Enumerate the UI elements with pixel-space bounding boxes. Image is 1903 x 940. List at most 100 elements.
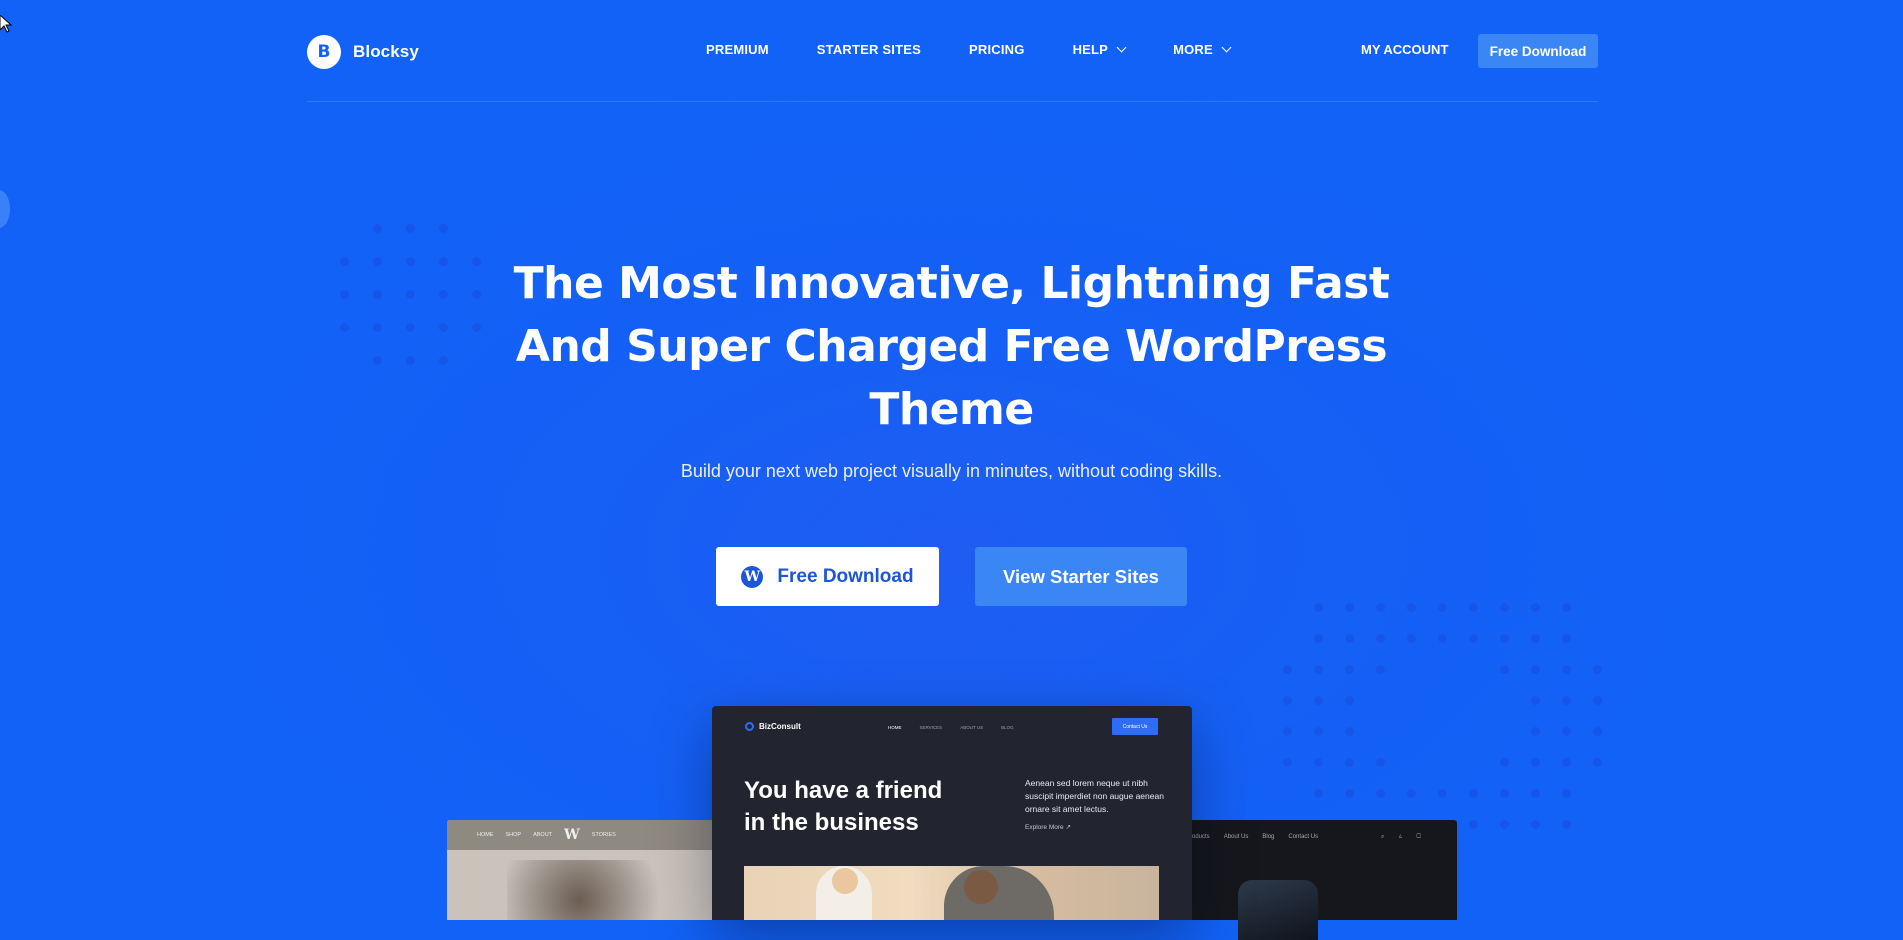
decorative-dot	[1283, 727, 1292, 736]
wordpress-icon: W	[741, 565, 764, 588]
decorative-dot	[1593, 696, 1602, 705]
decorative-dot	[373, 323, 382, 332]
decorative-dot	[1562, 603, 1571, 612]
decorative-dot	[1376, 789, 1385, 798]
decorative-dot	[1531, 665, 1540, 674]
preview-nav-item: SERVICES	[919, 725, 943, 730]
preview-nav-item: SHOP	[505, 832, 522, 838]
decorative-dot	[406, 290, 415, 299]
preview-paragraph: Aenean sed lorem neque ut nibh suscipit …	[1025, 778, 1164, 814]
photo-person-head	[832, 868, 858, 894]
decorative-dot	[406, 356, 415, 365]
hero-title-line: Theme	[869, 384, 1034, 435]
flowers-image	[507, 860, 687, 920]
preview-right-icons: ⌕ ♙ ▢	[1380, 834, 1427, 840]
decorative-dot	[1562, 665, 1571, 674]
nav-item-more[interactable]: MORE	[1173, 42, 1232, 57]
decorative-dot	[340, 323, 349, 332]
decorative-dot	[1345, 727, 1354, 736]
preview-nav-item: ABOUT	[533, 832, 553, 838]
preview-nav-item: Contact Us	[1288, 834, 1319, 840]
nav-item-premium[interactable]: PREMIUM	[706, 42, 769, 57]
decorative-dot	[1469, 820, 1478, 829]
site-header: B Blocksy PREMIUM STARTER SITES PRICING …	[307, 0, 1598, 102]
decorative-dot	[1593, 727, 1602, 736]
free-download-button[interactable]: W Free Download	[716, 547, 939, 606]
decorative-dot	[1345, 789, 1354, 798]
decorative-dot	[1283, 665, 1292, 674]
decorative-dot-grid-right	[1283, 603, 1643, 843]
starter-site-preview-right[interactable]: Products About Us Blog Contact Us ⌕ ♙ ▢	[1156, 820, 1457, 940]
brand-logo[interactable]: B Blocksy	[307, 35, 419, 69]
preview-nav-item: Blog	[1262, 834, 1275, 840]
decorative-dot	[1314, 727, 1323, 736]
preview-right-nav: Products About Us Blog Contact Us	[1186, 834, 1318, 840]
photo-person-head	[964, 870, 998, 904]
decorative-dot	[1438, 634, 1447, 643]
decorative-dot	[1562, 634, 1571, 643]
preview-nav-item: BLOG	[1001, 725, 1014, 730]
decorative-dot	[1562, 758, 1571, 767]
starter-site-preview-center[interactable]: BizConsult HOME SERVICES ABOUT US BLOG C…	[712, 706, 1192, 920]
brand-name: Blocksy	[353, 42, 419, 61]
decorative-dot	[406, 257, 415, 266]
decorative-dot	[1531, 696, 1540, 705]
blocksy-logo-icon: B	[307, 35, 341, 69]
decorative-dot	[1531, 634, 1540, 643]
decorative-dot	[1531, 758, 1540, 767]
preview-photo	[744, 866, 1159, 920]
decorative-dot	[1593, 758, 1602, 767]
preview-logo: W	[564, 827, 580, 843]
decorative-dot	[1376, 634, 1385, 643]
preview-left-nav: HOME SHOP ABOUT W STORIES	[447, 820, 747, 850]
preview-nav-item: ABOUT US	[960, 725, 984, 730]
decorative-dot	[340, 257, 349, 266]
decorative-dot	[1500, 789, 1509, 798]
decorative-dot	[1345, 696, 1354, 705]
decorative-dot	[406, 224, 415, 233]
decorative-dot	[1438, 603, 1447, 612]
view-starter-sites-button[interactable]: View Starter Sites	[975, 547, 1187, 606]
decorative-dot	[439, 257, 448, 266]
preview-nav-item: STORIES	[591, 832, 616, 838]
preview-nav-item: HOME	[888, 725, 902, 730]
decorative-dot	[1407, 634, 1416, 643]
decorative-dot	[1345, 634, 1354, 643]
decorative-dot	[1562, 727, 1571, 736]
starter-site-preview-left[interactable]: HOME SHOP ABOUT W STORIES	[447, 820, 747, 920]
decorative-dot	[1562, 789, 1571, 798]
decorative-dot	[406, 323, 415, 332]
my-account-link[interactable]: MY ACCOUNT	[1361, 42, 1448, 57]
decorative-dot	[1531, 603, 1540, 612]
preview-headline: You have a friend in the business	[744, 777, 943, 836]
decorative-dot	[1345, 603, 1354, 612]
decorative-dot	[439, 356, 448, 365]
photo-person	[944, 866, 1054, 920]
decorative-dot	[1407, 789, 1416, 798]
chevron-down-icon	[1221, 42, 1232, 53]
decorative-dot	[1593, 665, 1602, 674]
hero-subtitle: Build your next web project visually in …	[680, 461, 1223, 481]
decorative-dot	[439, 224, 448, 233]
decorative-dot	[1376, 665, 1385, 674]
side-scroll-indicator[interactable]	[0, 190, 10, 228]
decorative-dot	[373, 356, 382, 365]
preview-nav-item: HOME	[477, 832, 494, 838]
decorative-dot	[439, 290, 448, 299]
header-free-download-button[interactable]: Free Download	[1478, 34, 1598, 68]
decorative-dot	[1345, 665, 1354, 674]
decorative-dot	[1500, 820, 1509, 829]
decorative-dot	[1376, 758, 1385, 767]
decorative-dot	[439, 323, 448, 332]
decorative-dot	[1500, 634, 1509, 643]
hero-title-line: And Super Charged Free WordPress	[515, 321, 1388, 372]
nav-item-pricing[interactable]: PRICING	[969, 42, 1025, 57]
nav-item-help[interactable]: HELP	[1073, 42, 1127, 57]
preview-explore-link: Explore More ↗	[1025, 824, 1071, 831]
nav-item-starter-sites[interactable]: STARTER SITES	[817, 42, 921, 57]
phone-image	[1238, 880, 1318, 940]
decorative-dot	[1562, 820, 1571, 829]
hero-title-line: The Most Innovative, Lightning Fast	[513, 258, 1390, 309]
decorative-dot	[1500, 665, 1509, 674]
decorative-dot	[1438, 789, 1447, 798]
